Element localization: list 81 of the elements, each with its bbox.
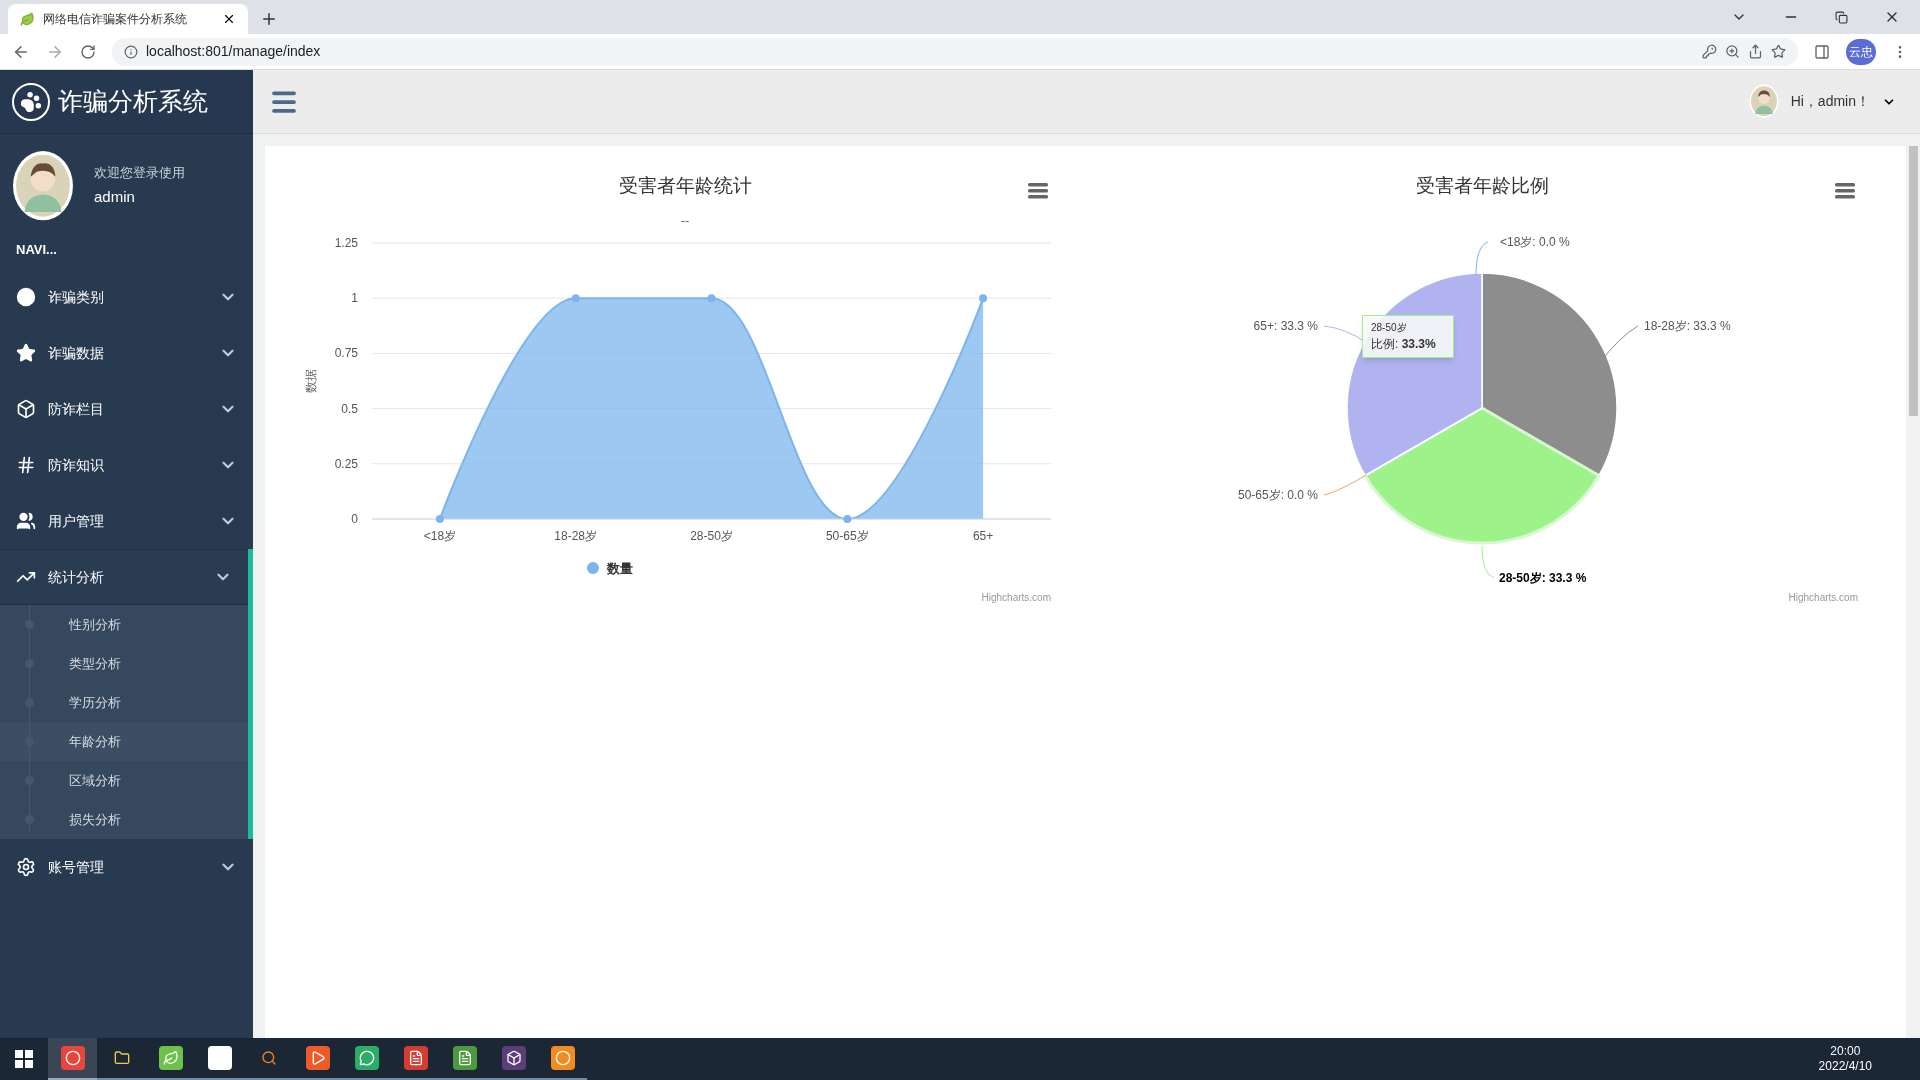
y-tick-label: 0.75 bbox=[334, 346, 358, 361]
legend-label[interactable]: 数量 bbox=[607, 561, 633, 576]
profile-badge[interactable]: 云忠 bbox=[1846, 38, 1876, 65]
clock-date[interactable]: 2022/4/10 bbox=[1818, 1059, 1872, 1074]
user-avatar bbox=[1748, 84, 1779, 119]
share-icon[interactable] bbox=[1748, 44, 1763, 59]
data-point bbox=[435, 515, 444, 523]
side-panel-icon[interactable] bbox=[1814, 43, 1830, 60]
data-point bbox=[707, 294, 716, 303]
info-icon bbox=[124, 44, 138, 59]
close-icon[interactable] bbox=[222, 12, 236, 26]
submenu-item[interactable]: 区域分析 bbox=[0, 761, 248, 801]
browser-tab[interactable]: 网络电信诈骗案件分析系统 bbox=[8, 4, 248, 34]
nav-item[interactable]: 用户管理 bbox=[0, 493, 253, 550]
y-tick-label: 0.5 bbox=[341, 401, 358, 416]
y-axis-title: 数据 bbox=[304, 369, 318, 393]
x-tick-label: 65+ bbox=[972, 529, 994, 543]
data-label: 65+: 33.3 % bbox=[1253, 319, 1318, 333]
x-tick-label: <18岁 bbox=[423, 529, 457, 543]
users-icon bbox=[16, 511, 36, 532]
tooltip: 28-50岁 比例: 33.3% bbox=[1362, 315, 1454, 358]
circle-icon bbox=[16, 287, 36, 308]
bookmark-icon[interactable] bbox=[1771, 44, 1786, 59]
y-tick-label: 1 bbox=[351, 291, 358, 306]
star-icon bbox=[16, 343, 36, 364]
zoom-icon[interactable] bbox=[1725, 44, 1740, 59]
play-icon[interactable] bbox=[305, 1046, 330, 1070]
data-label: 50-65岁: 0.0 % bbox=[1237, 488, 1318, 502]
submenu-item[interactable]: 性别分析 bbox=[0, 605, 248, 645]
menu-icon[interactable] bbox=[1028, 183, 1048, 199]
data-label: <18岁: 0.0 % bbox=[1500, 235, 1570, 249]
y-tick-label: 1.25 bbox=[334, 236, 358, 250]
restore-icon[interactable] bbox=[1835, 10, 1848, 24]
chart-subtitle: -- bbox=[680, 213, 690, 228]
pie-slice[interactable] bbox=[1363, 406, 1601, 545]
user-avatar bbox=[12, 150, 74, 222]
submenu-item[interactable]: 损失分析 bbox=[0, 800, 248, 840]
nav-item[interactable]: 账号管理 bbox=[0, 839, 253, 896]
leader-line bbox=[1481, 545, 1495, 579]
chat-icon[interactable] bbox=[354, 1046, 379, 1070]
gear-icon bbox=[16, 857, 36, 878]
submenu-item[interactable]: 类型分析 bbox=[0, 644, 248, 684]
nav-heading: NAVI... bbox=[16, 242, 57, 258]
address-bar[interactable]: localhost:801/manage/index bbox=[112, 37, 1798, 66]
x-tick-label: 50-65岁 bbox=[825, 529, 869, 543]
data-label: 18-28岁: 33.3 % bbox=[1644, 319, 1731, 333]
paw-logo-icon bbox=[12, 82, 50, 121]
submenu-item[interactable]: 年龄分析 bbox=[0, 722, 248, 762]
username: admin bbox=[94, 187, 136, 208]
y-tick-label: 0.25 bbox=[334, 456, 358, 471]
chart-title: 受害者年龄比例 bbox=[1415, 175, 1549, 196]
data-point bbox=[571, 294, 580, 303]
leaf-icon[interactable] bbox=[158, 1046, 183, 1070]
hash-icon bbox=[16, 455, 36, 476]
x-tick-label: 18-28岁 bbox=[554, 529, 598, 543]
cube-icon bbox=[16, 399, 36, 420]
x-tick-label: 28-50岁 bbox=[690, 529, 733, 543]
nav-item[interactable]: 诈骗数据 bbox=[0, 325, 253, 382]
new-tab-icon[interactable] bbox=[260, 10, 278, 28]
data-label: 28-50岁: 33.3 % bbox=[1499, 571, 1587, 585]
nav-item[interactable]: 防诈知识 bbox=[0, 437, 253, 494]
nav-item[interactable]: 统计分析 bbox=[0, 549, 248, 606]
welcome-text: 欢迎您登录使用 bbox=[94, 163, 185, 182]
y-tick-label: 0 bbox=[351, 512, 358, 526]
leaf-icon bbox=[20, 11, 35, 27]
document-icon[interactable] bbox=[403, 1046, 428, 1070]
nav-item[interactable]: 诈骗类别 bbox=[0, 269, 253, 326]
data-point bbox=[843, 515, 852, 523]
menu-icon[interactable] bbox=[1835, 183, 1855, 199]
submenu-item[interactable]: 学历分析 bbox=[0, 683, 248, 723]
user-menu[interactable]: Hi，admin！ bbox=[1748, 84, 1904, 119]
nav-item[interactable]: 防诈栏目 bbox=[0, 381, 253, 438]
clock-time[interactable]: 20:00 bbox=[1830, 1044, 1861, 1059]
reload-icon[interactable] bbox=[80, 43, 96, 60]
browser-icon[interactable] bbox=[60, 1046, 85, 1070]
legend-marker bbox=[587, 562, 599, 574]
notepad-icon[interactable] bbox=[452, 1046, 477, 1070]
brand-title: 诈骗分析系统 bbox=[58, 85, 208, 117]
key-icon[interactable] bbox=[1702, 44, 1717, 59]
chart-title: 受害者年龄统计 bbox=[618, 175, 752, 196]
data-point bbox=[979, 294, 988, 303]
